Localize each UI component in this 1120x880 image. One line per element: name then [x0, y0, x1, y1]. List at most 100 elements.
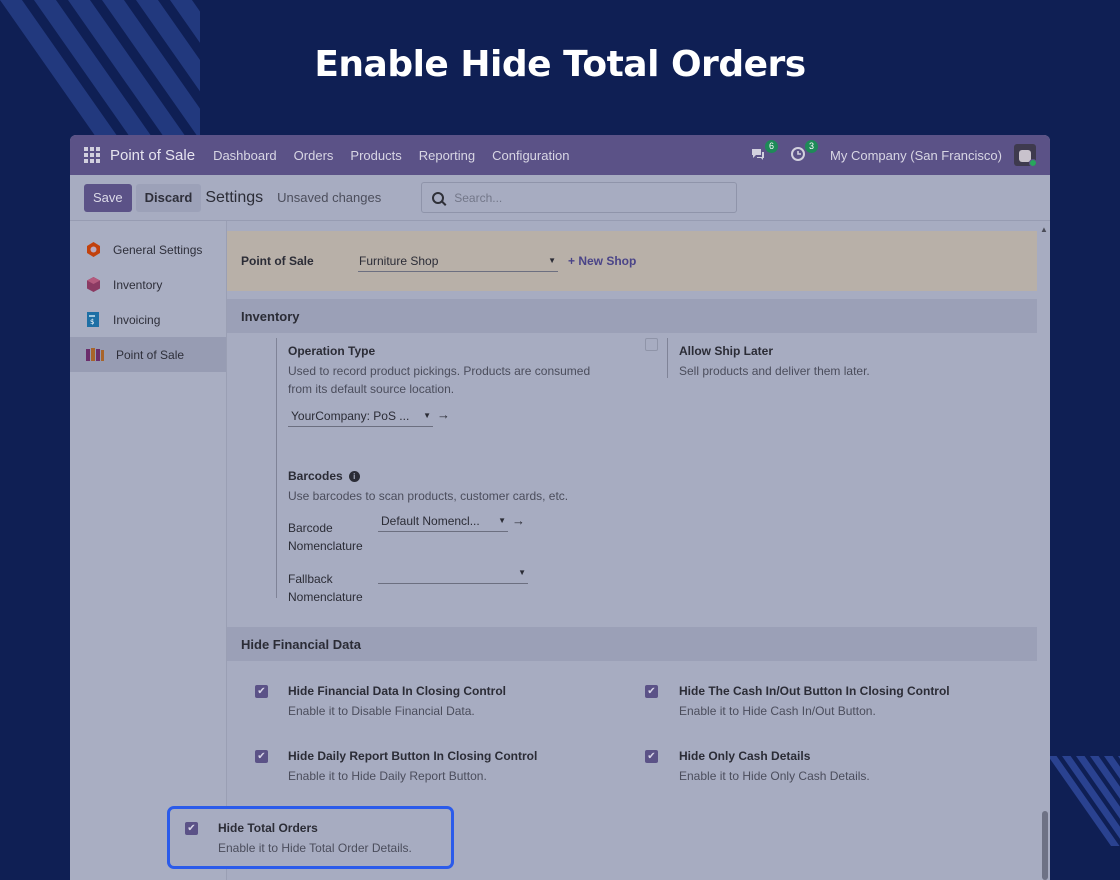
setting-desc: Enable it to Hide Cash In/Out Button. — [679, 704, 876, 718]
pos-label: Point of Sale — [241, 254, 314, 268]
hide-total-orders-highlight: ✔ Hide Total Orders Enable it to Hide To… — [167, 806, 454, 869]
sidebar-item-general-settings[interactable]: General Settings — [70, 232, 226, 267]
hide-daily-report-setting: Hide Daily Report Button In Closing Cont… — [288, 749, 618, 785]
decorative-stripes-bottom-right — [1048, 756, 1120, 846]
hide-only-cash-details-checkbox[interactable]: ✔ — [645, 750, 658, 763]
caret-down-icon: ▼ — [423, 411, 431, 420]
point-of-sale-icon — [86, 348, 104, 361]
setting-title: Hide Daily Report Button In Closing Cont… — [288, 749, 538, 763]
sidebar-item-invoicing[interactable]: $ Invoicing — [70, 302, 226, 337]
barcode-nomenclature-label-line2: Nomenclature — [288, 539, 363, 553]
operation-type-desc-2: from its default source location. — [288, 382, 455, 396]
hide-financial-data-checkbox[interactable]: ✔ — [255, 685, 268, 698]
sidebar-item-point-of-sale[interactable]: Point of Sale — [70, 337, 226, 372]
hide-cash-in-out-checkbox[interactable]: ✔ — [645, 685, 658, 698]
setting-title: Hide Only Cash Details — [679, 749, 811, 763]
sidebar-item-label: Inventory — [113, 277, 163, 292]
nav-dashboard[interactable]: Dashboard — [213, 148, 277, 163]
fallback-nomenclature-label: Fallback Nomenclature — [288, 570, 363, 606]
systray: 6 3 My Company (San Francisco) — [750, 140, 1036, 166]
operation-type-desc: Used to record product pickings. Product… — [288, 364, 591, 378]
fallback-nomenclature-label-line2: Nomenclature — [288, 590, 363, 604]
barcodes-desc: Use barcodes to scan products, customer … — [288, 489, 569, 503]
setting-desc: Enable it to Hide Only Cash Details. — [679, 769, 870, 783]
scrollbar-thumb[interactable] — [1042, 811, 1048, 880]
internal-link-arrow-icon[interactable]: → — [512, 513, 525, 528]
hide-financial-data-section-heading: Hide Financial Data — [227, 627, 1037, 661]
svg-text:$: $ — [90, 318, 94, 326]
fallback-nomenclature-label-line1: Fallback — [288, 572, 333, 586]
setting-title: Hide The Cash In/Out Button In Closing C… — [679, 684, 950, 698]
invoicing-icon: $ — [87, 312, 99, 327]
messages-badge: 6 — [765, 140, 779, 153]
caret-down-icon: ▼ — [548, 256, 556, 265]
inventory-icon — [87, 277, 100, 292]
hide-total-orders-setting: Hide Total Orders Enable it to Hide Tota… — [218, 821, 448, 857]
caret-down-icon: ▼ — [518, 568, 526, 577]
setting-desc: Enable it to Disable Financial Data. — [288, 704, 475, 718]
hero-title: Enable Hide Total Orders — [314, 44, 806, 85]
hide-daily-report-checkbox[interactable]: ✔ — [255, 750, 268, 763]
barcodes-setting: Barcodes i Use barcodes to scan products,… — [288, 469, 628, 505]
nav-products[interactable]: Products — [350, 148, 401, 163]
allow-ship-later-setting: Allow Ship Later Sell products and deliv… — [679, 344, 979, 380]
setting-desc: Enable it to Hide Total Order Details. — [218, 841, 412, 855]
inventory-section-heading: Inventory — [227, 299, 1037, 333]
barcode-nomenclature-label-line1: Barcode — [288, 521, 333, 535]
search-icon — [432, 191, 445, 204]
search-box[interactable] — [421, 182, 738, 213]
internal-link-arrow-icon[interactable]: → — [437, 407, 450, 422]
general-settings-icon — [87, 242, 100, 257]
unsaved-changes-status: Unsaved changes — [277, 190, 382, 205]
barcode-nomenclature-label: Barcode Nomenclature — [288, 519, 363, 555]
control-panel: Save Discard Settings Unsaved changes — [70, 175, 1050, 221]
app-brand[interactable]: Point of Sale — [110, 147, 195, 164]
scroll-up-icon[interactable]: ▲ — [1040, 225, 1048, 234]
hide-only-cash-details-setting: Hide Only Cash Details Enable it to Hide… — [679, 749, 1019, 785]
apps-grid-icon[interactable] — [84, 147, 100, 163]
nav-orders[interactable]: Orders — [294, 148, 334, 163]
activities-badge: 3 — [805, 140, 819, 153]
sidebar-item-label: Invoicing — [113, 312, 161, 327]
operation-type-title: Operation Type — [288, 344, 376, 358]
allow-ship-later-title: Allow Ship Later — [679, 344, 774, 358]
top-navbar: Point of Sale Dashboard Orders Products … — [70, 135, 1050, 175]
search-input[interactable] — [454, 190, 715, 205]
hide-financial-data-setting: Hide Financial Data In Closing Control E… — [288, 684, 618, 720]
shop-select[interactable]: Furniture Shop ▼ — [358, 250, 558, 272]
nav-reporting[interactable]: Reporting — [419, 148, 475, 163]
page-title: Settings — [205, 188, 264, 206]
hide-total-orders-checkbox[interactable]: ✔ — [185, 822, 198, 835]
caret-down-icon: ▼ — [498, 516, 506, 525]
allow-ship-later-desc: Sell products and deliver them later. — [679, 364, 870, 378]
sidebar-item-label: Point of Sale — [116, 347, 185, 362]
sidebar-item-inventory[interactable]: Inventory — [70, 267, 226, 302]
save-button[interactable]: Save — [84, 183, 132, 212]
operation-type-setting: Operation Type Used to record product pi… — [288, 344, 628, 398]
operation-type-select[interactable]: YourCompany: PoS ... ▼ — [288, 405, 433, 427]
barcode-nomenclature-value: Default Nomencl... — [381, 513, 480, 528]
pos-shop-selector-band: Point of Sale Furniture Shop ▼ + New Sho… — [227, 231, 1037, 291]
discard-button[interactable]: Discard — [135, 183, 202, 212]
setting-divider — [667, 338, 668, 378]
activities-clock-icon[interactable]: 3 — [790, 140, 819, 164]
allow-ship-later-checkbox[interactable] — [645, 338, 658, 351]
fallback-nomenclature-select[interactable]: ▼ — [378, 562, 528, 584]
shop-select-value: Furniture Shop — [359, 253, 439, 268]
content-scrollbar[interactable]: ▲ — [1038, 221, 1050, 880]
company-switcher[interactable]: My Company (San Francisco) — [830, 148, 1002, 163]
new-shop-link[interactable]: + New Shop — [568, 254, 636, 268]
user-avatar[interactable] — [1014, 144, 1036, 166]
setting-title: Hide Total Orders — [218, 821, 318, 835]
settings-body: General Settings Inventory $ Invoicing P… — [70, 221, 1050, 880]
nav-configuration[interactable]: Configuration — [492, 148, 569, 163]
hide-cash-in-out-setting: Hide The Cash In/Out Button In Closing C… — [679, 684, 1019, 720]
messages-icon[interactable]: 6 — [750, 140, 779, 164]
info-icon[interactable]: i — [348, 471, 360, 482]
settings-sidebar: General Settings Inventory $ Invoicing P… — [70, 221, 227, 880]
odoo-window: Point of Sale Dashboard Orders Products … — [70, 135, 1050, 880]
sidebar-item-label: General Settings — [113, 242, 203, 257]
settings-content: Point of Sale Furniture Shop ▼ + New Sho… — [227, 221, 1050, 880]
barcode-nomenclature-select[interactable]: Default Nomencl... ▼ — [378, 510, 508, 532]
online-status-icon — [1029, 159, 1036, 166]
